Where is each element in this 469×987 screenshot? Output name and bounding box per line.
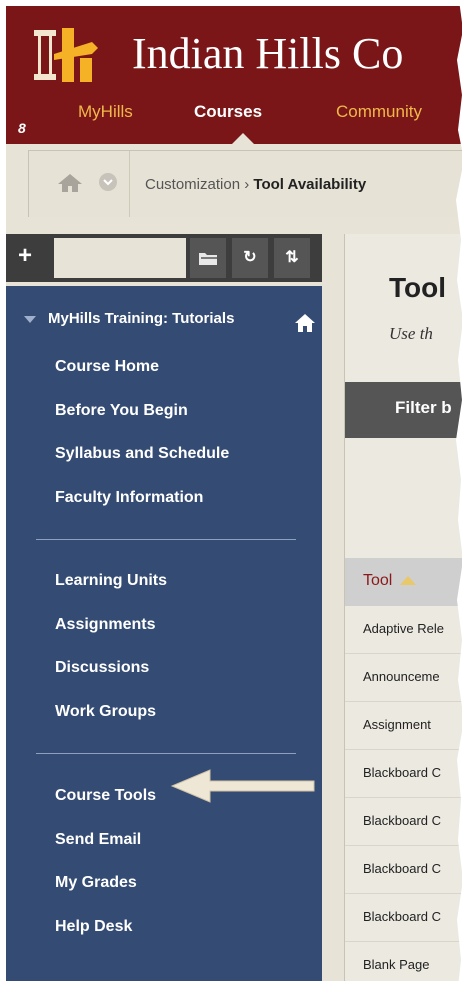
course-home-icon[interactable] — [294, 313, 316, 333]
sidebar-item-work-groups[interactable]: Work Groups — [55, 703, 156, 721]
page-title: Tool — [389, 272, 447, 303]
table-row[interactable]: Blackboard C — [345, 798, 462, 846]
sidebar-item-before-you-begin[interactable]: Before You Begin — [55, 402, 188, 420]
table-row[interactable]: Blank Page — [345, 942, 462, 981]
nav-tab-courses[interactable]: Courses — [194, 102, 262, 122]
table-row[interactable]: Blackboard C — [345, 894, 462, 942]
torn-edge-decoration — [456, 0, 469, 987]
table-cell: Blank Page — [363, 957, 430, 972]
sidebar-item-help-desk[interactable]: Help Desk — [55, 918, 132, 936]
filter-bar[interactable]: Filter b — [345, 382, 462, 438]
table-cell: Adaptive Rele — [363, 621, 444, 636]
breadcrumb-divider — [129, 151, 130, 217]
college-logo-icon — [34, 28, 98, 82]
home-icon[interactable] — [57, 173, 83, 193]
header-banner: Indian Hills Co 8 MyHills Courses Commun… — [6, 6, 462, 144]
sidebar-item-discussions[interactable]: Discussions — [55, 659, 149, 677]
sidebar-item-syllabus-and-schedule[interactable]: Syllabus and Schedule — [55, 445, 229, 463]
active-tab-pointer — [232, 133, 254, 144]
filter-label: Filter b — [395, 398, 452, 417]
refresh-icon[interactable]: ↻ — [232, 238, 268, 278]
breadcrumb: Customization › Tool Availability — [28, 150, 462, 217]
course-menu-toolbar: + ↻ ⇅ — [6, 234, 322, 282]
sort-ascending-icon — [400, 576, 417, 586]
table-row[interactable]: Blackboard C — [345, 750, 462, 798]
main-content: Tool Use th Filter b Tool Adaptive Rele … — [344, 234, 462, 981]
table-cell: Announceme — [363, 669, 440, 684]
college-name: Indian Hills Co — [132, 29, 404, 78]
sidebar-item-assignments[interactable]: Assignments — [55, 616, 155, 634]
sidebar-item-send-email[interactable]: Send Email — [55, 831, 141, 849]
page-description: Use th — [389, 324, 433, 343]
screenshot-frame: Indian Hills Co 8 MyHills Courses Commun… — [6, 6, 462, 981]
breadcrumb-current: Tool Availability — [253, 176, 367, 193]
table-cell: Assignment — [363, 717, 431, 732]
sidebar-item-learning-units[interactable]: Learning Units — [55, 572, 167, 590]
table-cell: Blackboard C — [363, 909, 442, 924]
callout-arrow-icon — [170, 769, 315, 803]
table-cell: Blackboard C — [363, 813, 442, 828]
course-title-label: MyHills Training: Tutorials — [48, 310, 235, 327]
menu-divider — [36, 753, 296, 754]
breadcrumb-trail: Customization › Tool Availability — [145, 176, 366, 193]
menu-divider — [36, 539, 296, 540]
folder-icon[interactable] — [190, 238, 226, 278]
breadcrumb-parent[interactable]: Customization — [145, 176, 240, 193]
table-header-tool[interactable]: Tool — [345, 558, 462, 606]
course-title[interactable]: MyHills Training: Tutorials — [24, 310, 234, 327]
chevron-down-icon[interactable] — [99, 173, 117, 191]
table-row[interactable]: Announceme — [345, 654, 462, 702]
breadcrumb-separator: › — [244, 176, 250, 193]
column-header-label: Tool — [363, 572, 417, 590]
plus-icon[interactable]: + — [18, 242, 32, 270]
sidebar-item-my-grades[interactable]: My Grades — [55, 874, 137, 892]
course-menu-search-field[interactable] — [54, 238, 186, 278]
table-row[interactable]: Adaptive Rele — [345, 606, 462, 654]
nav-tab-myhills[interactable]: MyHills — [78, 102, 133, 122]
sidebar-item-faculty-information[interactable]: Faculty Information — [55, 489, 203, 507]
sort-icon[interactable]: ⇅ — [274, 238, 310, 278]
table-cell: Blackboard C — [363, 765, 442, 780]
nav-tab-community[interactable]: Community — [336, 102, 422, 122]
edit-mode-icon[interactable]: 8 — [18, 120, 26, 136]
table-row[interactable]: Assignment — [345, 702, 462, 750]
table-cell: Blackboard C — [363, 861, 442, 876]
top-nav: 8 MyHills Courses Community — [6, 98, 462, 144]
table-row[interactable]: Blackboard C — [345, 846, 462, 894]
course-menu: MyHills Training: Tutorials Course Home … — [6, 286, 322, 981]
sidebar-item-course-home[interactable]: Course Home — [55, 358, 159, 376]
sidebar-item-course-tools[interactable]: Course Tools — [55, 787, 156, 805]
collapse-triangle-icon[interactable] — [24, 315, 36, 323]
column-header-text: Tool — [363, 572, 393, 589]
